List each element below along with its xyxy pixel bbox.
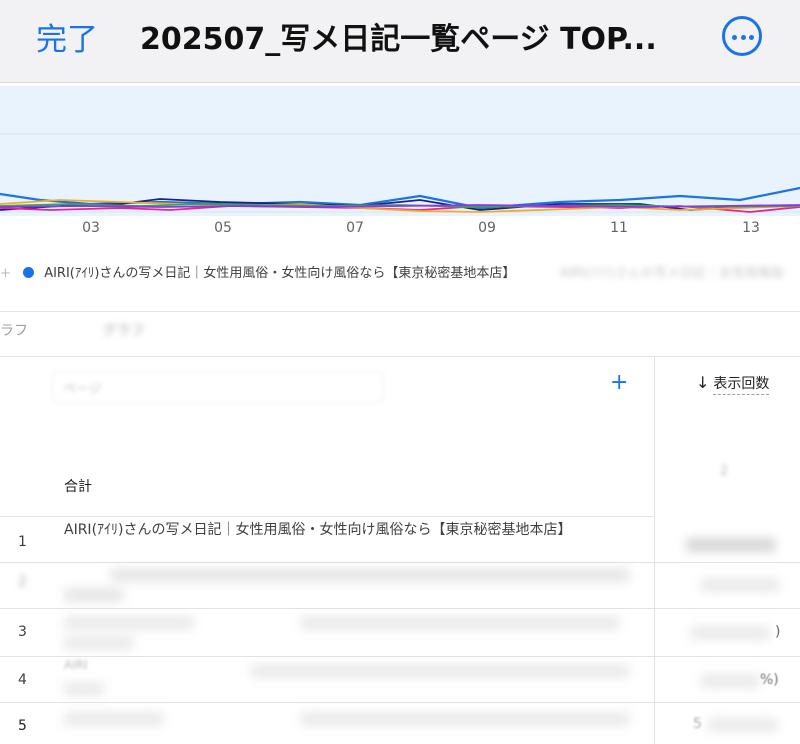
- ellipsis-circle-icon[interactable]: [722, 16, 762, 56]
- done-button[interactable]: 完了: [36, 14, 98, 59]
- divider: [0, 311, 800, 312]
- x-tick-label: 11: [610, 220, 628, 236]
- blurred-value: [690, 626, 770, 640]
- x-tick-label: 07: [346, 220, 364, 236]
- blurred-title: [64, 682, 104, 696]
- sort-column-header[interactable]: ↓ 表示回数: [696, 373, 770, 395]
- blurred-value: [708, 718, 778, 732]
- page-title: 202507_写メ日記一覧ページ TOP...: [140, 22, 657, 57]
- x-tick-label: 09: [478, 220, 496, 236]
- blurred-title: [64, 616, 194, 630]
- row-value: %): [760, 672, 779, 688]
- plus-icon[interactable]: +: [610, 370, 628, 395]
- legend-item[interactable]: AIRI(ｱｲﾘ)さんの写メ日記｜女性用風俗・女性向け風俗なら【東京秘密基地本店…: [44, 266, 515, 281]
- table-row[interactable]: 1 AIRI(ｱｲﾘ)さんの写メ日記｜女性用風俗・女性向け風俗なら【東京秘密基地…: [0, 516, 800, 562]
- blurred-value: [686, 538, 776, 552]
- row-rank: 5: [18, 718, 27, 734]
- row-rank: 1: [18, 534, 27, 550]
- arrow-down-icon: ↓: [696, 373, 710, 392]
- row-title[interactable]: AIRI(ｱｲﾘ)さんの写メ日記｜女性用風俗・女性向け風俗なら【東京秘密基地本店…: [64, 520, 634, 540]
- divider: [0, 356, 800, 357]
- chart-legend: + AIRI(ｱｲﾘ)さんの写メ日記｜女性用風俗・女性向け風俗なら【東京秘密基地…: [0, 262, 800, 284]
- top-bar: 完了 202507_写メ日記一覧ページ TOP...: [0, 0, 800, 83]
- table-row[interactable]: 2: [0, 562, 800, 608]
- blurred-title: [300, 616, 620, 630]
- blurred-title: [110, 568, 630, 582]
- blurred-title: [300, 712, 630, 726]
- chip-label[interactable]: ラフ: [0, 323, 28, 339]
- blurred-title: [64, 588, 124, 602]
- row-rank: 3: [18, 624, 27, 640]
- row-rank: 4: [18, 672, 27, 688]
- line-chart: [0, 133, 800, 213]
- table-row[interactable]: 3 ): [0, 608, 800, 656]
- chip-blurred: グラフ: [102, 323, 145, 339]
- table-row[interactable]: 5 5: [0, 702, 800, 744]
- legend-dot: [23, 267, 35, 278]
- dimension-search-input[interactable]: ページ: [52, 371, 384, 403]
- total-label: 合計: [64, 479, 92, 495]
- chart-type-selector[interactable]: ラフ グラフ: [0, 320, 144, 340]
- row-value: 5: [693, 716, 702, 732]
- blurred-title: [64, 636, 134, 650]
- table-row[interactable]: 4 AIRI %): [0, 656, 800, 702]
- row-title[interactable]: AIRI: [64, 658, 88, 672]
- x-tick-label: 05: [214, 220, 232, 236]
- row-value: ): [775, 624, 781, 640]
- row-rank: 2: [18, 574, 27, 590]
- blurred-title: [250, 664, 630, 678]
- total-value: 2: [720, 464, 729, 479]
- blurred-value: [700, 674, 760, 688]
- legend-item-blurred: AIRI(ｱｲﾘ)さんの写メ日記｜女性用風俗: [559, 266, 784, 281]
- x-tick-label: 03: [82, 220, 100, 236]
- blurred-title: [64, 712, 164, 726]
- blurred-value: [700, 578, 780, 592]
- x-tick-label: 13: [742, 220, 760, 236]
